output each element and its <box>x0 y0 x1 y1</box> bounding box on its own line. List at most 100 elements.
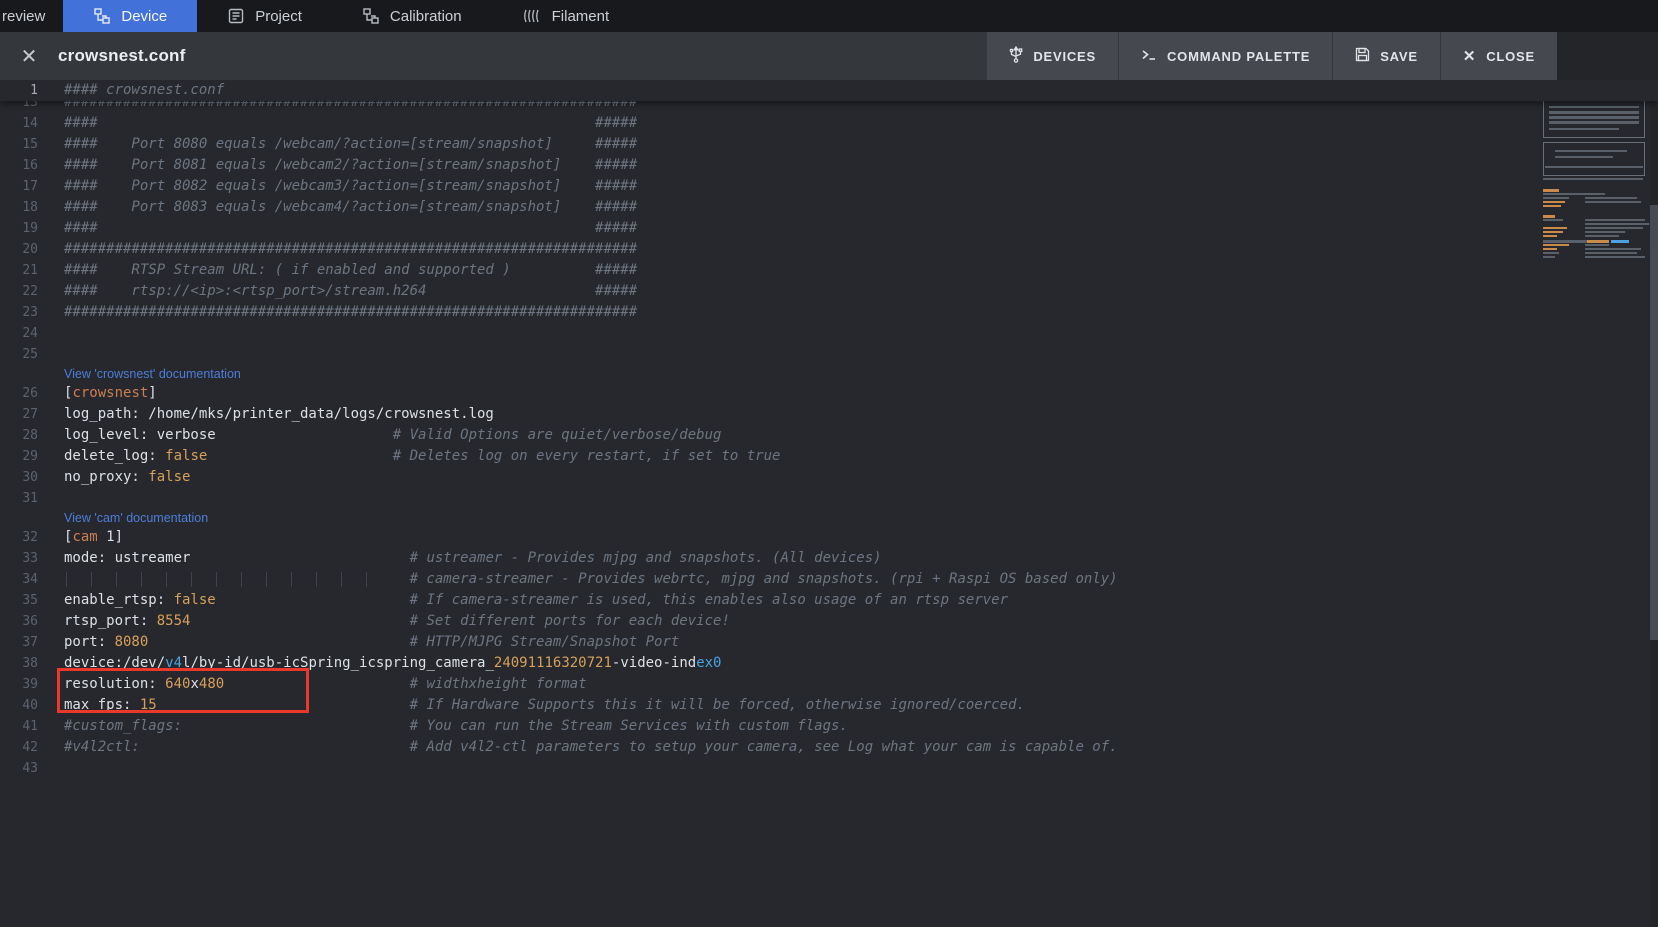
indent-guide <box>191 572 192 587</box>
line-text: no_proxy: false <box>48 467 190 488</box>
line-number: 42 <box>0 737 48 758</box>
line-text: #### Port 8080 equals /webcam/?action=[s… <box>48 134 637 155</box>
line-text: [crowsnest] <box>48 383 157 404</box>
line-number: 22 <box>0 281 48 302</box>
indent-guide <box>366 572 367 587</box>
line-text: #### Port 8082 equals /webcam3/?action=[… <box>48 176 637 197</box>
calibration-icon <box>362 7 380 25</box>
tab-filament-label: Filament <box>552 8 610 25</box>
minimap-mark <box>1555 150 1627 152</box>
devices-button[interactable]: DEVICES <box>987 32 1118 80</box>
line-text: #v4l2ctl: # Add v4l2-ctl parameters to s… <box>48 737 1118 758</box>
editor-actions: DEVICES COMMAND PALETTE SAVE ✕ CLOSE <box>987 32 1658 80</box>
save-button-label: SAVE <box>1380 49 1418 64</box>
line-text: mode: ustreamer # ustreamer - Provides m… <box>48 548 882 569</box>
line-number: 28 <box>0 425 48 446</box>
save-button[interactable]: SAVE <box>1332 32 1440 80</box>
tab-calibration[interactable]: Calibration <box>332 0 492 32</box>
line-text <box>48 488 64 509</box>
close-button[interactable]: ✕ CLOSE <box>1440 32 1557 80</box>
minimap-mark <box>1545 166 1643 168</box>
indent-guide <box>141 572 142 587</box>
line-number: 18 <box>0 197 48 218</box>
command-palette-button-label: COMMAND PALETTE <box>1167 49 1310 64</box>
code-line: 20######################################… <box>0 239 1658 260</box>
code-line: 34 # camera-streamer - Provides webrtc, … <box>0 569 1658 590</box>
minimap-mark <box>1585 235 1619 237</box>
line-text <box>48 323 64 344</box>
code-line: 24 <box>0 323 1658 344</box>
code-line: 36rtsp_port: 8554 # Set different ports … <box>0 611 1658 632</box>
indent-guide <box>316 572 317 587</box>
line-number: 40 <box>0 695 48 716</box>
minimap-mark <box>1549 111 1639 114</box>
line-number: 21 <box>0 260 48 281</box>
tab-filament[interactable]: Filament <box>492 0 640 32</box>
minimap-mark <box>1585 227 1643 229</box>
minimap-mark <box>1543 193 1605 195</box>
sticky-line-number: 1 <box>0 80 48 101</box>
code-lens-row: View 'crowsnest' documentation <box>0 365 1658 383</box>
minimap-mark <box>1543 256 1555 258</box>
documentation-link[interactable]: View 'cam' documentation <box>64 511 208 525</box>
device-icon <box>93 7 111 25</box>
line-number: 26 <box>0 383 48 404</box>
tab-preview-label: review <box>2 8 45 25</box>
line-number: 37 <box>0 632 48 653</box>
editor-close-x-button[interactable]: ✕ <box>0 32 58 80</box>
command-palette-button[interactable]: COMMAND PALETTE <box>1118 32 1332 80</box>
code-line: 19#### ##### <box>0 218 1658 239</box>
indent-guide <box>241 572 242 587</box>
line-text: # camera-streamer - Provides webrtc, mjp… <box>48 569 1118 590</box>
line-text <box>48 344 64 365</box>
minimap-mark <box>1543 252 1559 254</box>
code-line: 27log_path: /home/mks/printer_data/logs/… <box>0 404 1658 425</box>
minimap-mark <box>1543 142 1645 176</box>
close-button-label: CLOSE <box>1486 49 1535 64</box>
tab-project[interactable]: Project <box>197 0 332 32</box>
project-icon <box>227 7 245 25</box>
minimap-mark <box>1585 197 1637 199</box>
code-line: 25 <box>0 344 1658 365</box>
tab-device-label: Device <box>121 8 167 25</box>
header-filler <box>1557 32 1658 80</box>
minimap-mark <box>1543 240 1587 243</box>
minimap[interactable] <box>1543 82 1649 282</box>
minimap-mark <box>1543 219 1563 221</box>
line-number: 24 <box>0 323 48 344</box>
documentation-link[interactable]: View 'crowsnest' documentation <box>64 367 241 381</box>
line-text: ########################################… <box>48 302 637 323</box>
code-line: 37port: 8080 # HTTP/MJPG Stream/Snapshot… <box>0 632 1658 653</box>
line-number: 33 <box>0 548 48 569</box>
code-line: 28log_level: verbose # Valid Options are… <box>0 425 1658 446</box>
minimap-mark <box>1543 205 1561 207</box>
tab-device[interactable]: Device <box>63 0 197 32</box>
line-number: 36 <box>0 611 48 632</box>
tab-project-label: Project <box>255 8 302 25</box>
line-number: 14 <box>0 113 48 134</box>
scrollbar-thumb[interactable] <box>1650 205 1658 640</box>
line-number: 27 <box>0 404 48 425</box>
tab-preview-partial[interactable]: review <box>0 0 63 32</box>
line-number: 20 <box>0 239 48 260</box>
indent-guide <box>116 572 117 587</box>
line-number: 34 <box>0 569 48 590</box>
indent-guide <box>291 572 292 587</box>
indent-guide <box>66 572 67 587</box>
usb-icon <box>1009 46 1023 66</box>
line-number: 32 <box>0 527 48 548</box>
line-number: 16 <box>0 155 48 176</box>
minimap-mark <box>1549 121 1639 124</box>
code-line: 17#### Port 8082 equals /webcam3/?action… <box>0 176 1658 197</box>
minimap-mark <box>1585 201 1641 203</box>
minimap-mark <box>1585 219 1645 221</box>
line-number: 38 <box>0 653 48 674</box>
line-number: 25 <box>0 344 48 365</box>
line-number: 23 <box>0 302 48 323</box>
editor-scrollbar[interactable] <box>1650 80 1658 927</box>
line-text <box>48 758 64 779</box>
minimap-mark <box>1585 248 1641 250</box>
line-text: enable_rtsp: false # If camera-streamer … <box>48 590 1008 611</box>
code-editor[interactable]: 13######################################… <box>0 80 1658 927</box>
line-text: log_level: verbose # Valid Options are q… <box>48 425 721 446</box>
